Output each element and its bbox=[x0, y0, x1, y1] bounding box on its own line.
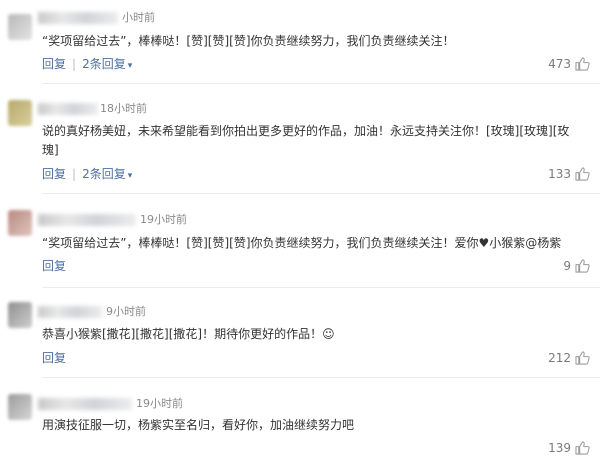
username-blurred[interactable] bbox=[38, 12, 118, 24]
comment-item: 小时前 “奖项留给过去”，棒棒哒！[赞][赞][赞]你负责继续努力，我们负责继续… bbox=[0, 0, 600, 84]
comment-item: 18小时前 说的真好杨美妞，未来希望能看到你拍出更多更好的作品，加油！永远支持关… bbox=[0, 84, 600, 194]
sub-replies-link[interactable]: 2条回复 ▾ bbox=[82, 167, 132, 181]
reply-link[interactable]: 回复 bbox=[42, 167, 66, 181]
comment-item: 19小时前 “奖项留给过去”，棒棒哒！[赞][赞][赞]你负责继续努力，我们负责… bbox=[0, 194, 600, 288]
avatar[interactable] bbox=[8, 14, 32, 40]
reply-link[interactable]: 回复 bbox=[42, 57, 66, 71]
reply-link[interactable]: 回复 bbox=[42, 351, 66, 365]
like-count: 9 bbox=[563, 259, 571, 273]
comment-text: 用演技征服一切，杨紫实至名归，看好你，加油继续努力吧 bbox=[42, 418, 355, 432]
chevron-down-icon: ▾ bbox=[127, 61, 133, 71]
username-blurred[interactable] bbox=[38, 306, 102, 318]
sub-replies-label: 2条回复 bbox=[82, 57, 126, 71]
like-button[interactable]: 212 bbox=[548, 350, 590, 366]
avatar[interactable] bbox=[8, 394, 32, 420]
like-count: 473 bbox=[548, 57, 571, 71]
comment-actions: 回复 bbox=[42, 350, 72, 366]
comment-actions: 回复 bbox=[42, 258, 72, 274]
like-count: 139 bbox=[548, 441, 571, 455]
avatar[interactable] bbox=[8, 100, 32, 126]
comment-actions: 回复 | 2条回复 ▾ bbox=[42, 56, 132, 74]
comment-time: 19小时前 bbox=[136, 397, 183, 410]
sub-replies-link[interactable]: 2条回复 ▾ bbox=[82, 57, 132, 71]
username-blurred[interactable] bbox=[38, 103, 98, 115]
thumbs-up-icon bbox=[575, 351, 590, 365]
divider: | bbox=[72, 57, 77, 71]
like-button[interactable]: 133 bbox=[548, 166, 590, 182]
thumbs-up-icon bbox=[575, 441, 590, 455]
comment-text: 恭喜小猴紫[撒花][撒花][撒花]！期待你更好的作品！☺ bbox=[42, 327, 335, 341]
chevron-down-icon: ▾ bbox=[127, 171, 133, 181]
comment-time: 9小时前 bbox=[106, 305, 146, 318]
comment-text: “奖项留给过去”，棒棒哒！[赞][赞][赞]你负责继续努力，我们负责继续关注！ bbox=[42, 34, 455, 48]
username-blurred[interactable] bbox=[38, 214, 136, 226]
comment-item: 19小时前 用演技征服一切，杨紫实至名归，看好你，加油继续努力吧 139 bbox=[0, 378, 600, 468]
avatar[interactable] bbox=[8, 302, 32, 328]
sub-replies-label: 2条回复 bbox=[82, 167, 126, 181]
divider: | bbox=[72, 167, 77, 181]
comment-time: 18小时前 bbox=[100, 102, 147, 115]
username-blurred[interactable] bbox=[38, 398, 132, 410]
comment-time: 小时前 bbox=[122, 11, 155, 24]
like-button[interactable]: 473 bbox=[548, 56, 590, 72]
comment-text: “奖项留给过去”，棒棒哒！[赞][赞][赞]你负责继续努力，我们负责继续关注！爱… bbox=[42, 236, 562, 250]
avatar[interactable] bbox=[8, 210, 32, 236]
like-count: 133 bbox=[548, 167, 571, 181]
thumbs-up-icon bbox=[575, 167, 590, 181]
like-count: 212 bbox=[548, 351, 571, 365]
comment-actions: 回复 | 2条回复 ▾ bbox=[42, 166, 132, 184]
comment-text: 说的真好杨美妞，未来希望能看到你拍出更多更好的作品，加油！永远支持关注你！[玫瑰… bbox=[42, 124, 570, 157]
like-button[interactable]: 9 bbox=[563, 258, 590, 274]
reply-link[interactable]: 回复 bbox=[42, 259, 66, 273]
comment-time: 19小时前 bbox=[140, 213, 187, 226]
comment-item: 9小时前 恭喜小猴紫[撒花][撒花][撒花]！期待你更好的作品！☺ 回复 212 bbox=[0, 288, 600, 378]
like-button[interactable]: 139 bbox=[548, 440, 590, 456]
thumbs-up-icon bbox=[575, 57, 590, 71]
thumbs-up-icon bbox=[575, 259, 590, 273]
